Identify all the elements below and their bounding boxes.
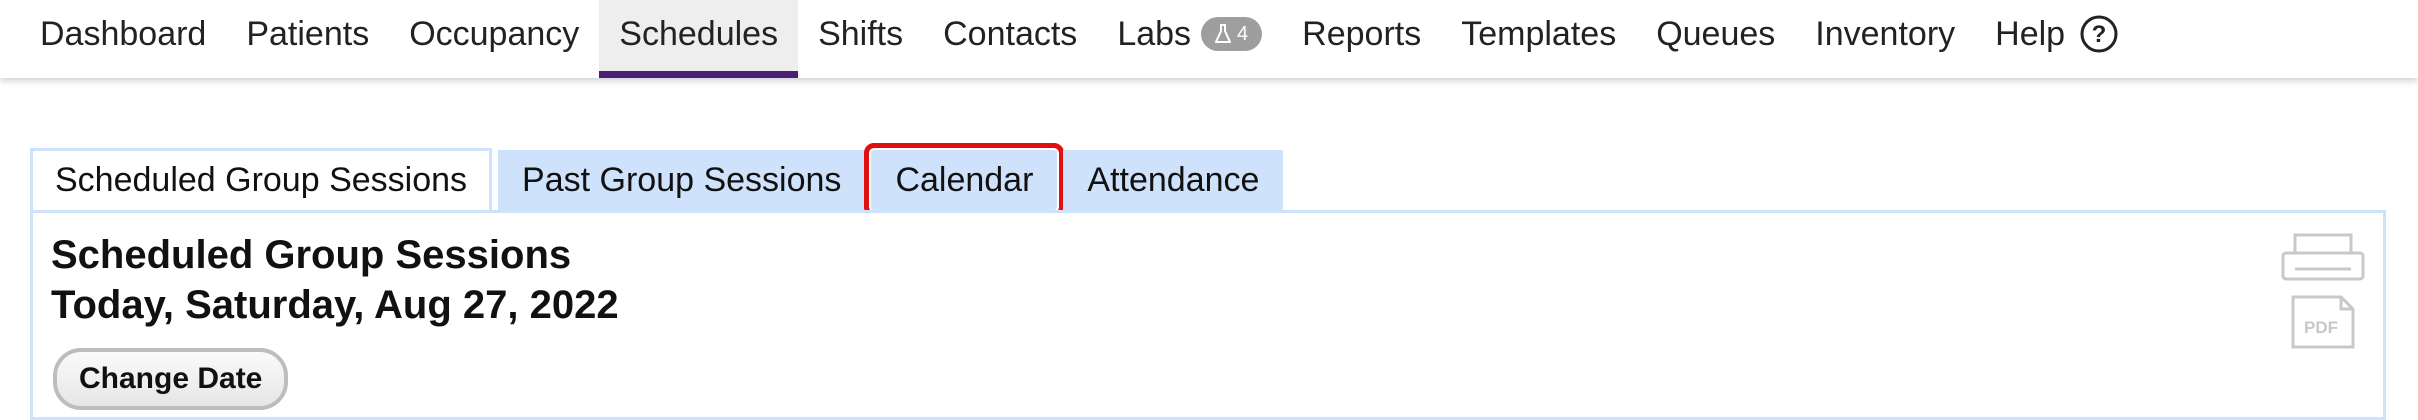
- nav-inventory[interactable]: Inventory: [1795, 0, 1975, 78]
- nav-schedules[interactable]: Schedules: [599, 0, 799, 78]
- help-glyph: ?: [2092, 21, 2107, 48]
- nav-inventory-label: Inventory: [1815, 14, 1956, 53]
- nav-templates[interactable]: Templates: [1441, 0, 1636, 78]
- tab-attendance[interactable]: Attendance: [1063, 150, 1284, 210]
- help-circle-icon[interactable]: ?: [2079, 14, 2119, 54]
- tab-calendar[interactable]: Calendar: [864, 143, 1065, 217]
- flask-icon: [1215, 24, 1232, 43]
- nav-queues[interactable]: Queues: [1636, 0, 1795, 78]
- top-navigation-bar: Dashboard Patients Occupancy Schedules S…: [0, 0, 2418, 78]
- nav-labs[interactable]: Labs 4: [1097, 0, 1282, 78]
- nav-contacts-label: Contacts: [943, 14, 1078, 53]
- tab-scheduled-group-sessions[interactable]: Scheduled Group Sessions: [30, 148, 493, 210]
- labs-count: 4: [1237, 22, 1249, 45]
- nav-shifts[interactable]: Shifts: [798, 0, 923, 78]
- nav-reports-label: Reports: [1302, 14, 1422, 53]
- nav-patients[interactable]: Patients: [226, 0, 389, 78]
- nav-dashboard[interactable]: Dashboard: [20, 0, 226, 78]
- nav-reports[interactable]: Reports: [1282, 0, 1441, 78]
- nav-labs-label: Labs: [1117, 14, 1192, 53]
- session-tabs: Scheduled Group Sessions Past Group Sess…: [30, 143, 1289, 217]
- print-icon[interactable]: [2281, 233, 2365, 283]
- nav-occupancy-label: Occupancy: [409, 14, 580, 53]
- nav-patients-label: Patients: [246, 14, 370, 53]
- current-date-heading: Today, Saturday, Aug 27, 2022: [51, 283, 619, 327]
- nav-shifts-label: Shifts: [818, 14, 904, 53]
- pdf-icon-text: PDF: [2304, 318, 2338, 337]
- panel-title: Scheduled Group Sessions: [51, 233, 572, 277]
- scheduled-sessions-panel: Scheduled Group Sessions Today, Saturday…: [30, 210, 2386, 420]
- tab-calendar-label: Calendar: [895, 160, 1034, 199]
- nav-templates-label: Templates: [1461, 14, 1617, 53]
- nav-schedules-label: Schedules: [619, 14, 779, 53]
- nav-contacts[interactable]: Contacts: [923, 0, 1097, 78]
- nav-dashboard-label: Dashboard: [40, 14, 207, 53]
- pdf-export-icon[interactable]: PDF: [2291, 295, 2355, 349]
- change-date-button[interactable]: Change Date: [53, 348, 289, 410]
- labs-count-badge: 4: [1201, 17, 1263, 51]
- tab-past-label: Past Group Sessions: [522, 160, 842, 199]
- nav-queues-label: Queues: [1656, 14, 1776, 53]
- nav-help[interactable]: Help ?: [1975, 0, 2139, 78]
- tab-scheduled-label: Scheduled Group Sessions: [55, 161, 468, 199]
- nav-occupancy[interactable]: Occupancy: [389, 0, 599, 78]
- tab-attendance-label: Attendance: [1087, 160, 1260, 199]
- nav-help-label: Help: [1995, 14, 2066, 53]
- tab-past-group-sessions[interactable]: Past Group Sessions: [498, 150, 866, 210]
